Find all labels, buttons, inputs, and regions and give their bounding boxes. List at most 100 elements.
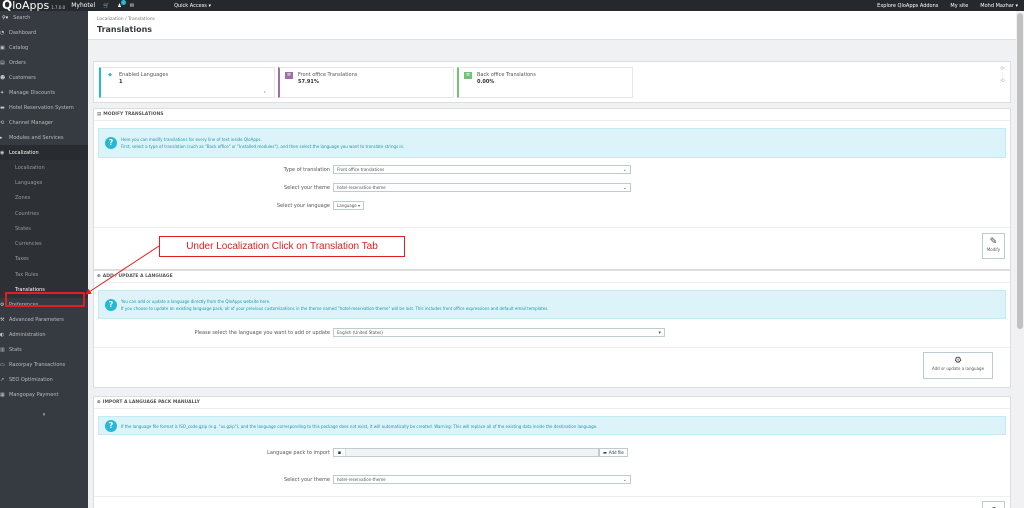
logo[interactable]: QloApps 1.7.0.0 [0,0,65,11]
advanced-icon: ⚒ [0,317,5,324]
messages-notification-icon[interactable]: ✉ [130,3,134,9]
admin-icon: ◐ [0,332,5,339]
panel-heading: ⊕ IMPORT A LANGUAGE PACK MANUALLY [94,397,1010,409]
kpi-value: 1 [119,79,123,85]
select-value: hotel-reservation-theme [337,185,386,190]
scrollbar-thumb[interactable] [1017,13,1023,329]
explore-addons-link[interactable]: Explore QloApps Addons [877,3,938,9]
sidebar-subitem-zones[interactable]: Zones [0,190,88,206]
customers-notification-icon[interactable]: ♟ [117,0,126,9]
discount-icon: ✦ [0,89,5,96]
sidebar-subitem-localization[interactable]: Localization [0,160,88,176]
question-icon: ? [105,299,117,311]
kpi-caret-icon: ▸ [263,89,266,94]
sidebar-item-modules-and-services[interactable]: ▸ Modules and Services [0,130,88,145]
add-file-button[interactable]: ▬ Add file [599,448,628,457]
button-label: Add or update a language [931,366,985,371]
sidebar-subitem-taxes[interactable]: Taxes [0,251,88,268]
mangopay-icon: ▦ [0,392,5,399]
quick-access-menu[interactable]: Quick Access ▾ [174,3,211,9]
kpi-refresh-controls[interactable]: ⟳ ⋮ ⟲ [1000,66,1005,84]
import-button[interactable]: ☁ [982,501,1005,508]
language-pack-file-input[interactable]: ▪ [333,448,599,457]
notification-badge [120,0,126,5]
sidebar-item-label: Localization [9,149,39,156]
question-icon: ? [105,137,117,149]
channel-icon: ⟲ [0,119,5,126]
sidebar-item-seo-optimization[interactable]: ↗ SEO Optimization [0,373,88,388]
sidebar-subitem-languages[interactable]: Languages [0,175,88,191]
kpi-title: Back office Translations [477,72,536,78]
sidebar-item-stats[interactable]: ▥ Stats [0,343,88,358]
sidebar-item-mangopay-payment[interactable]: ▦ Mangopay Payment [0,388,88,403]
breadcrumb: Localization / Translations [97,17,155,22]
shop-name[interactable]: Myhotel [71,2,95,9]
sidebar-subitem-tax-rules[interactable]: Tax Rules [0,267,88,283]
sync-icon[interactable]: ⟲ [1000,78,1005,84]
collapse-menu-icon[interactable]: ⏸ [0,403,88,419]
form-label: Select your theme [284,476,330,483]
panel-title: MODIFY TRANSLATIONS [103,112,164,117]
modules-icon: ▸ [0,134,3,141]
my-site-link[interactable]: My site [950,3,968,9]
sidebar-item-label: Administration [9,332,46,339]
razorpay-icon: ▭ [0,362,5,369]
language-pack-select[interactable]: English (United States) ▾ [333,328,665,337]
sidebar-item-advanced-parameters[interactable]: ⚒ Advanced Parameters [0,313,88,328]
alert-text: If you choose to update an existing lang… [121,306,549,311]
sidebar-item-hotel-reservation-system[interactable]: ▬ Hotel Reservation System [0,100,88,115]
sidebar-item-administration[interactable]: ◐ Administration [0,328,88,343]
sidebar-subitem-currencies[interactable]: Currencies [0,236,88,252]
language-dropdown[interactable]: Language ▾ [333,201,365,210]
sidebar-item-razorpay-transactions[interactable]: ▭ Razorpay Transactions [0,358,88,373]
kpi-value: 0.00% [477,79,495,85]
modify-button[interactable]: ✎ Modify [982,233,1005,259]
question-icon: ? [105,420,117,432]
sidebar-item-localization[interactable]: ◉ Localization [0,145,88,160]
catalog-icon: ▣ [0,44,5,51]
select-value: English (United States) [337,330,383,335]
select-value: Front office translations [337,167,385,172]
search-input[interactable]: Search [13,15,30,21]
globe-icon: ⊕ [97,274,101,279]
form-label: Select your language [276,202,330,209]
sidebar-item-label: Dashboard [9,29,37,36]
panel-heading: ⊕ ADD / UPDATE A LANGUAGE [94,271,1010,283]
top-bar: QloApps 1.7.0.0 Myhotel 🛒 ♟ ✉ Quick Acce… [0,0,1024,11]
sidebar-item-orders[interactable]: ▤ Orders [0,55,88,70]
annotation-callout: Under Localization Click on Translation … [159,236,405,257]
page-scrollbar[interactable] [1016,11,1024,508]
sidebar-subitem-countries[interactable]: Countries [0,205,88,222]
alert-text: If the language file format is ISO_code.… [121,424,598,429]
panel-title: IMPORT A LANGUAGE PACK MANUALLY [102,400,200,405]
sidebar-item-label: Catalog [9,44,29,51]
add-update-language-button[interactable]: ⚙ Add or update a language [923,352,993,379]
panel-title: ADD / UPDATE A LANGUAGE [102,274,173,279]
translation-type-select[interactable]: Front office translations ⌄ [333,165,631,174]
panel-footer [94,227,1010,228]
sidebar-item-catalog[interactable]: ▣ Catalog [0,40,88,55]
button-label: Modify [986,247,1001,252]
sidebar-item-label: Customers [9,74,36,81]
sidebar-item-manage-discounts[interactable]: ✦ Manage Discounts [0,85,88,100]
logo-text: loApps [12,0,50,12]
globe-icon: ◉ [0,149,5,156]
sidebar-item-label: Stats [9,347,22,354]
cloud-upload-icon: ☁ [989,503,998,508]
kpi-title: Front office Translations [298,72,358,78]
orders-notification-icon[interactable]: 🛒 [103,3,109,9]
kpi-row: ◆ Enabled Languages 1 ▸ ≡ Front office T… [93,61,1011,103]
sidebar-subitem-states[interactable]: States [0,221,88,237]
sidebar-item-dashboard[interactable]: ◔ Dashboard [0,25,88,40]
sidebar-item-label: Razorpay Transactions [9,362,66,369]
search-icon[interactable]: ⚲▾ [2,15,8,21]
select-value: hotel-reservation-theme [337,477,386,482]
form-label: Please select the language you want to a… [194,329,330,336]
sidebar-item-label: Mangopay Payment [9,392,59,399]
user-menu[interactable]: Mohd Mazhar ▾ [980,3,1018,9]
sidebar-item-customers[interactable]: ☻ Customers [0,70,88,85]
theme-select[interactable]: hotel-reservation-theme ⌄ [333,183,631,192]
import-theme-select[interactable]: hotel-reservation-theme ⌄ [333,475,631,484]
sidebar-search[interactable]: ⚲▾ Search [0,11,88,25]
sidebar-item-channel-manager[interactable]: ⟲ Channel Manager [0,115,88,130]
